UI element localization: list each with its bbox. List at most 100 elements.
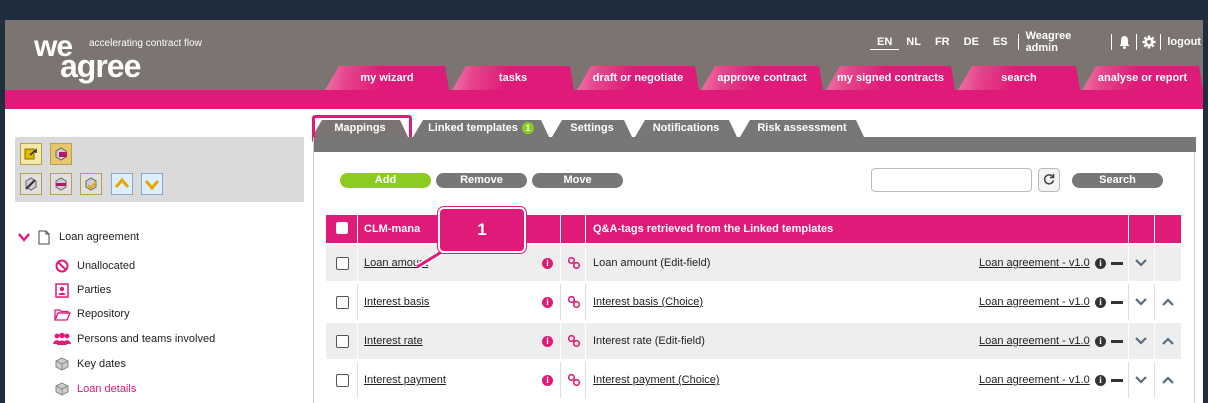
clm-field-link[interactable]: Interest basis: [364, 296, 429, 308]
qa-tag-link[interactable]: Interest payment (Choice): [593, 374, 720, 386]
document-icon: [35, 229, 53, 245]
tree-item-loan-details[interactable]: Loan details: [53, 380, 136, 398]
template-link[interactable]: Loan agreement - v1.0: [979, 257, 1090, 269]
tree-item-repository[interactable]: Repository: [53, 305, 130, 323]
link-icon[interactable]: [567, 284, 581, 320]
tree-item-parties[interactable]: Parties: [53, 281, 111, 299]
lang-de[interactable]: DE: [957, 34, 986, 50]
chevron-up-icon[interactable]: [1162, 284, 1174, 320]
panel-top-bar: [314, 137, 1196, 152]
clm-field-link[interactable]: Interest rate: [364, 335, 423, 347]
add-button[interactable]: Add: [340, 173, 431, 188]
lang-en[interactable]: EN: [870, 34, 900, 50]
bell-icon[interactable]: [1115, 34, 1133, 50]
nav-tab-my-signed-contracts[interactable]: my signed contracts: [826, 66, 955, 90]
column-divider: [1128, 215, 1129, 243]
qa-tag-text: Loan amount (Edit-field): [593, 257, 711, 269]
info-icon[interactable]: i: [1095, 257, 1106, 269]
column-divider: [585, 323, 586, 359]
remove-dash-icon[interactable]: [1111, 261, 1123, 265]
nav-tab-draft-or-negotiate[interactable]: draft or negotiate: [577, 66, 699, 90]
cube-check-icon[interactable]: [80, 173, 102, 195]
select-all-checkbox[interactable]: [336, 222, 348, 236]
info-icon[interactable]: i: [1095, 335, 1106, 347]
info-icon[interactable]: i: [542, 335, 553, 347]
remove-button[interactable]: Remove: [436, 173, 527, 188]
person-card-icon: [53, 282, 71, 298]
tab-linked-templates[interactable]: Linked templates 1: [413, 120, 549, 137]
nav-tab-tasks[interactable]: tasks: [452, 66, 574, 90]
column-divider: [1154, 323, 1155, 359]
link-icon[interactable]: [567, 245, 581, 281]
chevron-down-icon[interactable]: [1135, 284, 1147, 320]
row-checkbox[interactable]: [336, 362, 349, 398]
search-input[interactable]: [871, 168, 1032, 192]
app-window: we agree accelerating contract flow EN N…: [5, 20, 1203, 403]
nav-tab-my-wizard[interactable]: my wizard: [325, 66, 449, 90]
nav-underline-bar: [5, 90, 1203, 109]
column-divider: [1154, 215, 1155, 243]
nav-tab-approve-contract[interactable]: approve contract: [701, 66, 823, 90]
tab-risk-assessment[interactable]: Risk assessment: [740, 120, 864, 137]
remove-dash-icon[interactable]: [1111, 378, 1123, 382]
tree-item-unallocated[interactable]: Unallocated: [53, 257, 135, 275]
move-up-icon[interactable]: [111, 173, 133, 195]
template-link[interactable]: Loan agreement - v1.0: [979, 335, 1090, 347]
column-divider: [357, 245, 358, 281]
col-clm-header: CLM-mana: [364, 223, 421, 235]
info-icon[interactable]: i: [542, 257, 553, 269]
remove-dash-icon[interactable]: [1111, 300, 1123, 304]
link-icon[interactable]: [567, 323, 581, 359]
search-button[interactable]: Search: [1072, 173, 1163, 188]
separator: [1135, 34, 1137, 50]
chevron-down-icon[interactable]: [1135, 362, 1147, 398]
nav-tab-search[interactable]: search: [958, 66, 1080, 90]
link-icon[interactable]: [567, 362, 581, 398]
tree-item-label: Parties: [77, 284, 112, 296]
logout-link[interactable]: logout: [1164, 36, 1203, 48]
info-icon[interactable]: i: [542, 296, 553, 308]
qa-tag-link[interactable]: Interest basis (Choice): [593, 296, 703, 308]
gear-icon[interactable]: [1140, 34, 1158, 50]
info-icon[interactable]: i: [542, 374, 553, 386]
cube-edit-icon[interactable]: [20, 173, 42, 195]
step-callout: 1: [438, 207, 526, 253]
tab-notifications[interactable]: Notifications: [635, 120, 737, 137]
tab-settings[interactable]: Settings: [552, 120, 632, 137]
chevron-down-icon[interactable]: [1135, 323, 1147, 359]
user-name[interactable]: Weagree admin: [1022, 30, 1109, 54]
remove-dash-icon[interactable]: [1111, 339, 1123, 343]
chevron-down-icon[interactable]: [1135, 245, 1147, 281]
template-link[interactable]: Loan agreement - v1.0: [979, 374, 1090, 386]
tree-item-key-dates[interactable]: Key dates: [53, 355, 126, 373]
row-checkbox[interactable]: [336, 284, 349, 320]
chevron-up-icon[interactable]: [1162, 362, 1174, 398]
template-link[interactable]: Loan agreement - v1.0: [979, 296, 1090, 308]
lang-fr[interactable]: FR: [928, 34, 957, 50]
move-button[interactable]: Move: [532, 173, 623, 188]
clm-field-link[interactable]: Interest payment: [364, 374, 446, 386]
cube-tag-icon[interactable]: [50, 143, 72, 165]
cube-remove-icon[interactable]: [50, 173, 72, 195]
lang-nl[interactable]: NL: [899, 34, 928, 50]
refresh-button[interactable]: [1038, 168, 1060, 192]
row-checkbox[interactable]: [336, 323, 349, 359]
tree-item-persons-teams[interactable]: Persons and teams involved: [53, 330, 215, 348]
folder-icon: [53, 306, 71, 322]
column-divider: [560, 323, 561, 359]
row-checkbox[interactable]: [336, 245, 349, 281]
col-qa-header: Q&A-tags retrieved from the Linked templ…: [593, 223, 834, 235]
lang-es[interactable]: ES: [986, 34, 1015, 50]
move-down-icon[interactable]: [141, 173, 163, 195]
info-icon[interactable]: i: [1095, 296, 1106, 308]
separator: [1017, 34, 1019, 50]
chevron-up-icon[interactable]: [1162, 323, 1174, 359]
column-divider: [560, 284, 561, 320]
chevron-down-icon[interactable]: [15, 229, 33, 245]
column-divider: [560, 215, 561, 243]
info-icon[interactable]: i: [1095, 374, 1106, 386]
linked-templates-count-badge: 1: [522, 122, 534, 134]
edit-arrow-icon[interactable]: [20, 143, 42, 165]
tree-root-loan-agreement[interactable]: Loan agreement: [15, 227, 139, 247]
nav-tab-analyse-or-report[interactable]: analyse or report: [1082, 66, 1203, 90]
